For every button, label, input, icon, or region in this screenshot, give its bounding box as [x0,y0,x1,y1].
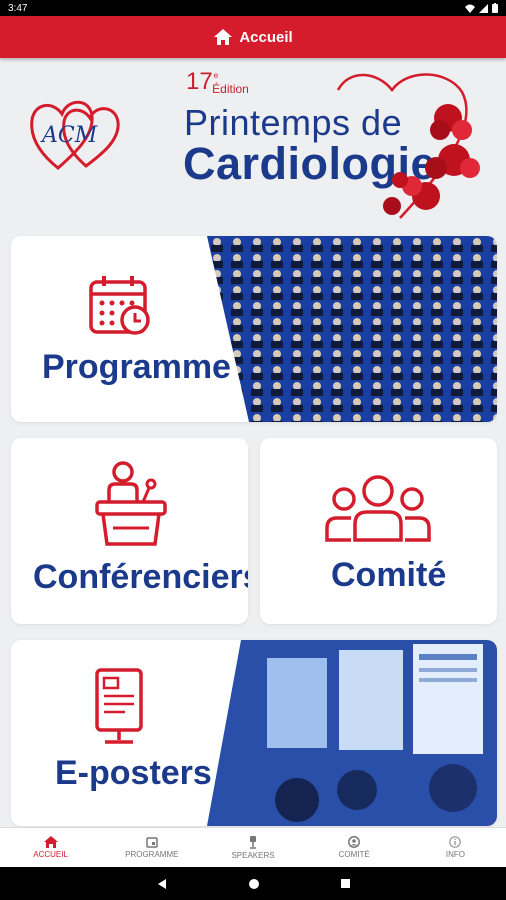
account-circle-icon [348,836,361,848]
eposters-card[interactable]: E-posters [11,640,497,826]
calendar-icon [146,837,158,848]
programme-label: Programme [42,348,231,386]
signal-icon [479,3,488,13]
app-bar: Accueil [0,16,506,58]
battery-icon [492,3,498,13]
home-circle-icon[interactable] [248,878,260,890]
status-bar: 3:47 [0,0,506,16]
nav-accueil-label: ACCUEIL [33,850,68,859]
poster-kiosk-icon [95,668,143,744]
status-icons [465,3,498,13]
bottom-navigation: ACCUEIL PROGRAMME SPEAKERS COMITÉ INFO [0,827,506,867]
nav-speakers-label: SPEAKERS [231,850,275,860]
comite-card[interactable]: Comité [260,438,497,624]
heart-flowers-illustration [336,73,480,219]
edition-superscript: e [213,71,219,80]
recents-icon[interactable] [340,878,351,889]
edition-word: Édition [212,82,249,96]
audience-photo [207,236,497,422]
speaker-podium-icon [95,461,167,546]
edition-number: 17 [186,68,213,95]
conferenciers-card[interactable]: Conférenciers [11,438,248,624]
eposters-photo [207,640,497,826]
wifi-icon [465,4,475,13]
back-icon[interactable] [156,878,168,890]
programme-card[interactable]: Programme [11,236,497,422]
system-navigation-bar [0,867,506,900]
nav-info-label: INFO [445,850,465,859]
group-icon [325,475,431,542]
nav-info[interactable]: INFO [405,828,506,867]
edition-label: 17 e Édition [186,68,249,96]
event-banner: ACM 17 e Édition Printemps de Cardiologi… [0,58,506,226]
nav-accueil[interactable]: ACCUEIL [0,828,101,867]
info-icon [449,836,462,848]
app-bar-title: Accueil [239,28,293,46]
status-time: 3:47 [8,2,28,14]
nav-comite[interactable]: COMITÉ [304,828,405,867]
home-icon [214,29,233,45]
conferenciers-label: Conférenciers [33,558,248,596]
eposters-label: E-posters [55,754,212,792]
microphone-icon [250,835,256,849]
home-icon [43,836,58,848]
nav-comite-label: COMITÉ [338,850,370,859]
nav-programme[interactable]: PROGRAMME [101,828,202,867]
calendar-clock-icon [89,276,150,335]
comite-label: Comité [331,556,447,594]
nav-programme-label: PROGRAMME [125,850,179,859]
svg-text:ACM: ACM [40,123,98,148]
acm-logo: ACM [30,100,120,170]
nav-speakers[interactable]: SPEAKERS [202,828,303,867]
